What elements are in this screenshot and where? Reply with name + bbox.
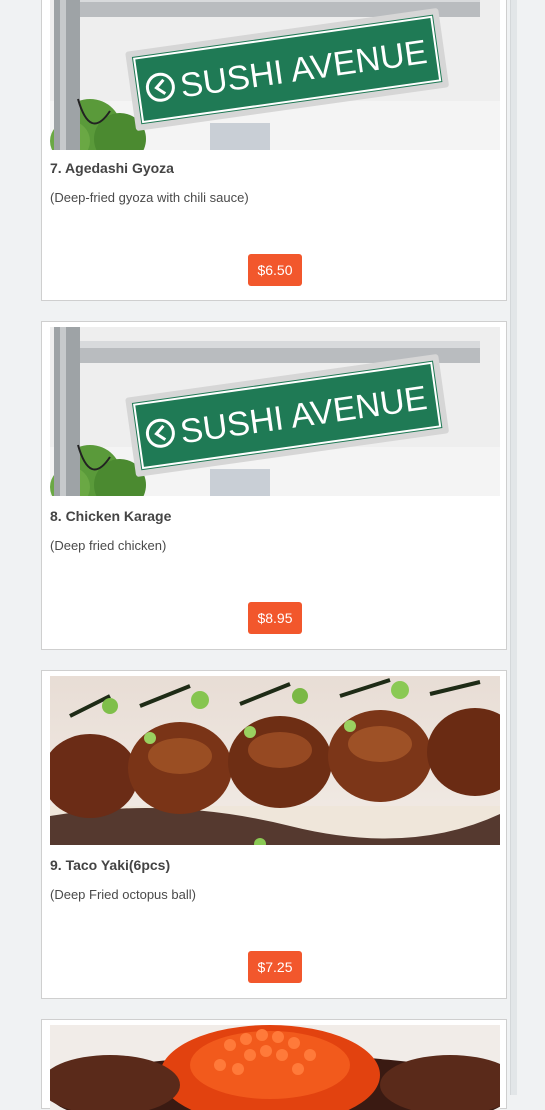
page-scrollbar[interactable] (510, 0, 517, 1095)
item-photo (50, 1025, 500, 1110)
item-name: 7. Agedashi Gyoza (50, 160, 174, 176)
menu-item-card: SUSHI AVENUE 7. Agedashi Gyoza (Deep-fri… (41, 0, 507, 301)
item-description: (Deep-fried gyoza with chili sauce) (50, 190, 249, 205)
item-photo: SUSHI AVENUE (50, 327, 500, 496)
item-description: (Deep Fried octopus ball) (50, 887, 196, 902)
item-name: 9. Taco Yaki(6pcs) (50, 857, 171, 873)
menu-item-card: 9. Taco Yaki(6pcs) (Deep Fried octopus b… (41, 670, 507, 999)
price-button[interactable]: $6.50 (248, 254, 302, 286)
item-photo (50, 676, 500, 845)
menu-item-card (41, 1019, 507, 1110)
item-name: 8. Chicken Karage (50, 508, 172, 524)
price-button[interactable]: $7.25 (248, 951, 302, 983)
menu-item-card: SUSHI AVENUE 8. Chicken Karage (Deep fri… (41, 321, 507, 650)
item-description: (Deep fried chicken) (50, 538, 167, 553)
price-button[interactable]: $8.95 (248, 602, 302, 634)
item-photo: SUSHI AVENUE (50, 0, 500, 150)
